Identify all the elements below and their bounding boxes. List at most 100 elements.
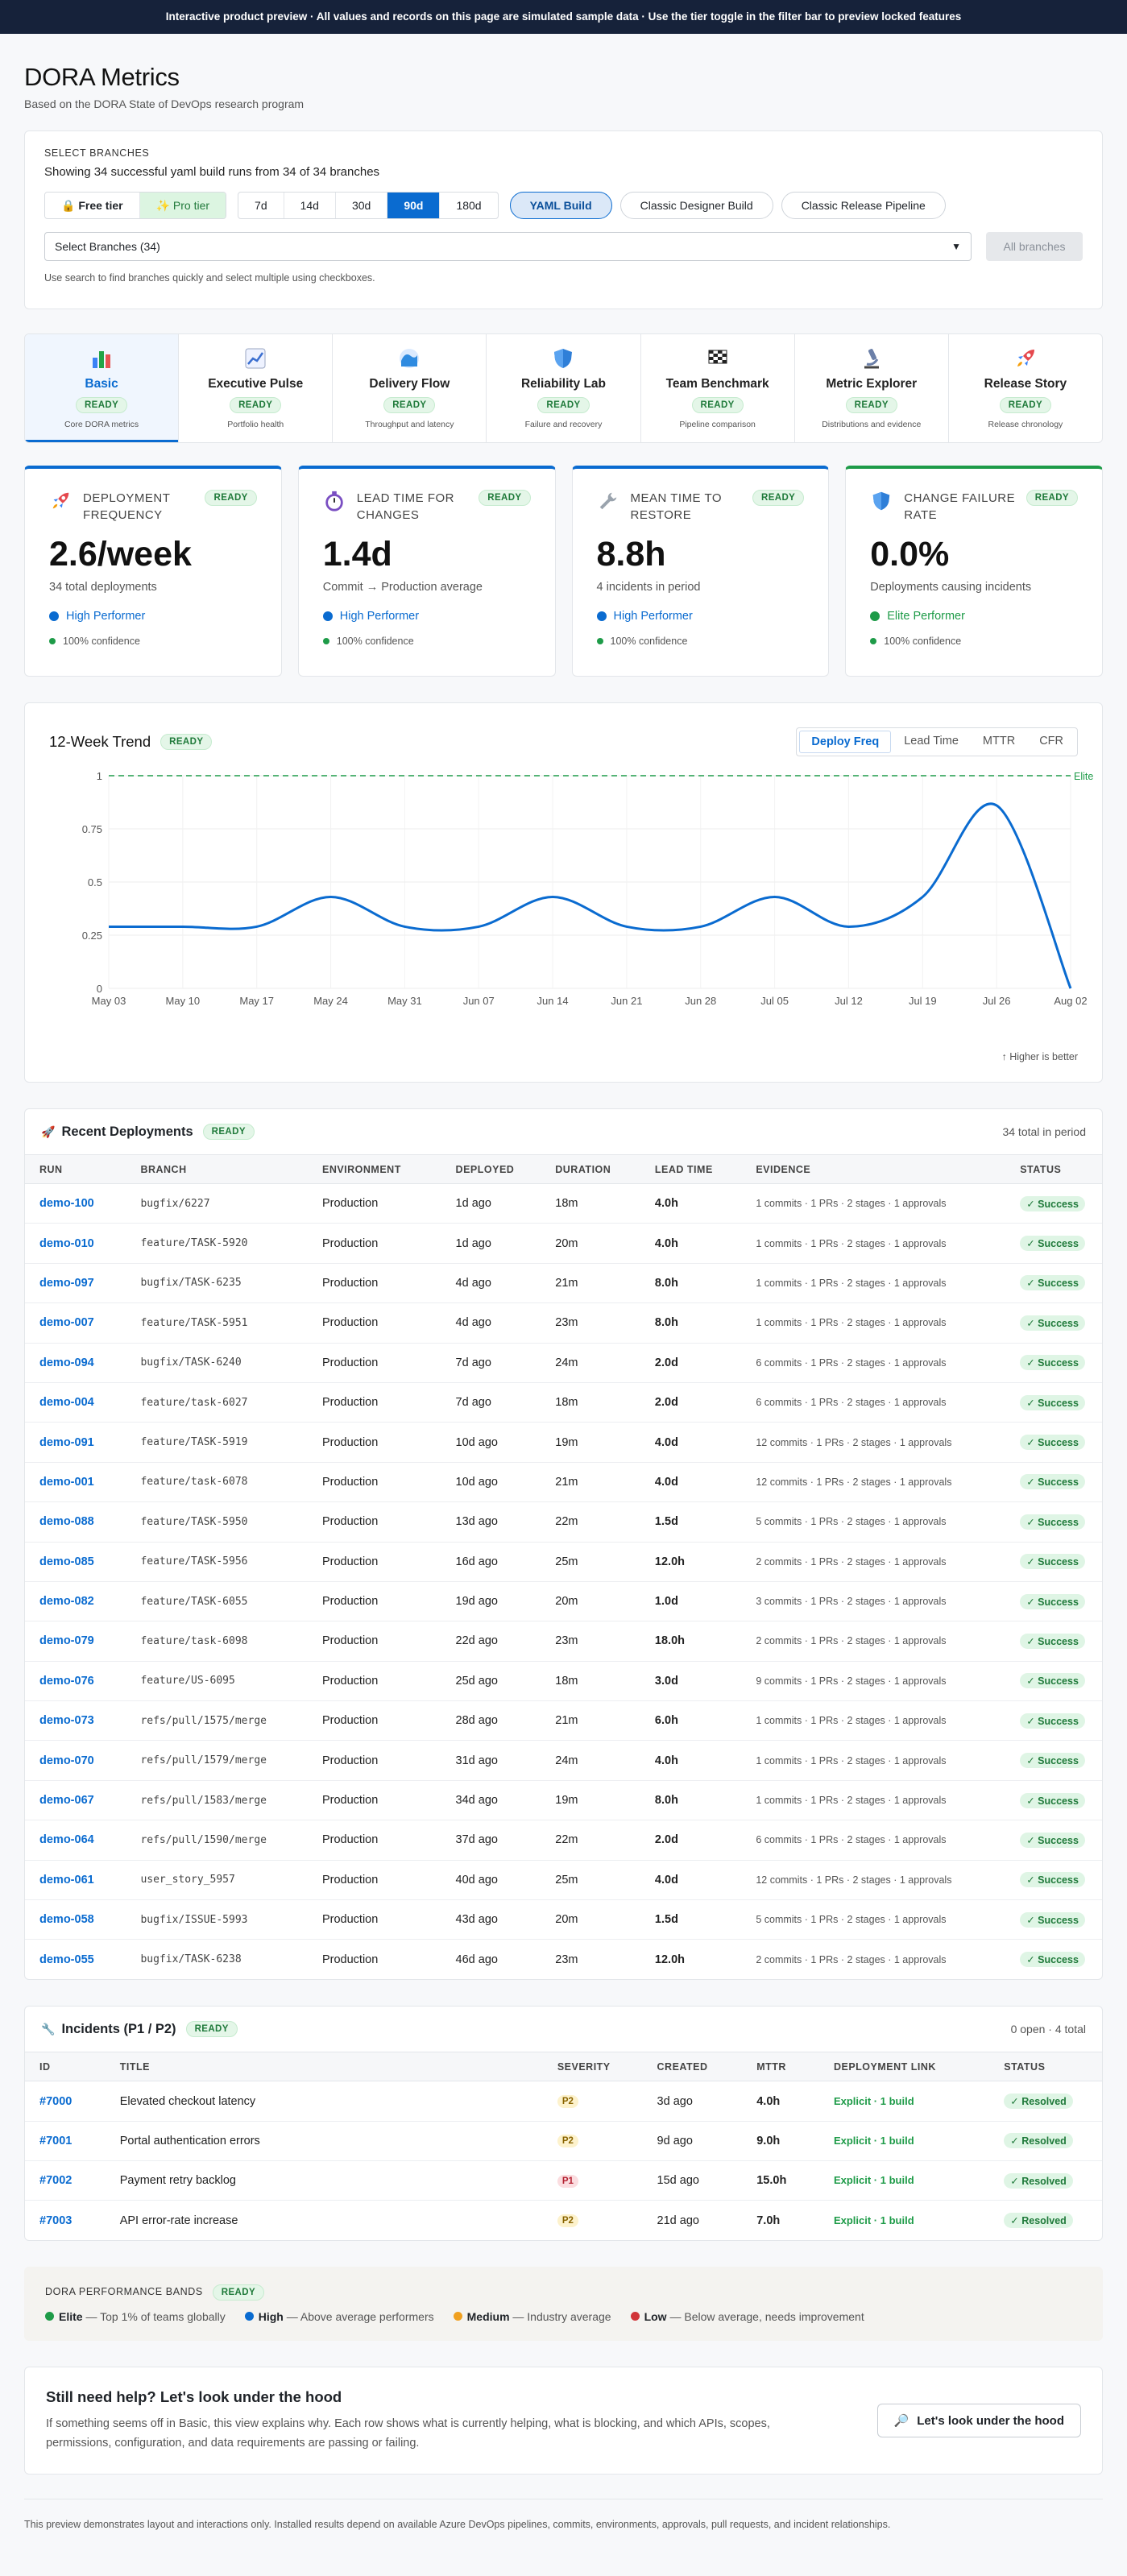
deployment-link[interactable]: Explicit · 1 build (834, 2095, 914, 2107)
deployment-link[interactable]: Explicit · 1 build (834, 2135, 914, 2147)
table-row[interactable]: demo-079 feature/task-6098 Production 22d a… (25, 1621, 1102, 1662)
pro-tier-button[interactable]: ✨ Pro tier (139, 193, 226, 218)
run-link[interactable]: demo-007 (39, 1316, 94, 1329)
run-link[interactable]: demo-058 (39, 1913, 94, 1926)
table-row[interactable]: #7000 Elevated checkout latency P2 3d ago 4.… (25, 2081, 1102, 2122)
run-link[interactable]: demo-088 (39, 1515, 94, 1528)
status-badge: ✓ Success (1020, 1236, 1085, 1252)
run-link[interactable]: demo-091 (39, 1436, 94, 1449)
table-row[interactable]: demo-067 refs/pull/1583/merge Production 34… (25, 1780, 1102, 1821)
table-row[interactable]: demo-100 bugfix/6227 Production 1d ago 18m 4.… (25, 1183, 1102, 1224)
run-link[interactable]: demo-064 (39, 1833, 94, 1846)
kpi-subtitle: 4 incidents in period (596, 581, 701, 594)
tier-toggle: 🔒 Free tier ✨ Pro tier (44, 192, 227, 219)
x-tick-label: May 17 (239, 995, 274, 1007)
run-link[interactable]: demo-100 (39, 1197, 94, 1210)
duration-cell: 20m (541, 1581, 640, 1622)
table-row[interactable]: #7003 API error-rate increase P2 21d ago 7.0… (25, 2201, 1102, 2240)
table-row[interactable]: demo-070 refs/pull/1579/merge Production 31… (25, 1740, 1102, 1781)
run-cell: demo-082 (25, 1581, 126, 1622)
table-row[interactable]: demo-082 feature/TASK-6055 Production 19d a… (25, 1581, 1102, 1622)
incident-id-cell: #7000 (25, 2081, 106, 2122)
band-high: High — Above average performers (244, 2310, 434, 2323)
tab-delivery-flow[interactable]: Delivery Flow READY Throughput and latency (333, 334, 487, 442)
table-row[interactable]: demo-094 bugfix/TASK-6240 Production 7d ago… (25, 1343, 1102, 1383)
tab-executive-pulse[interactable]: Executive Pulse READY Portfolio health (179, 334, 334, 442)
tab-reliability-lab[interactable]: Reliability Lab READY Failure and recovery (487, 334, 641, 442)
tab-basic[interactable]: Basic READY Core DORA metrics (25, 334, 180, 442)
table-row[interactable]: demo-058 bugfix/ISSUE-5993 Production 43d a… (25, 1899, 1102, 1940)
tab-team-benchmark[interactable]: Team Benchmark READY Pipeline comparison (641, 334, 795, 442)
metric-tab-deploy-freq[interactable]: Deploy Freq (799, 731, 892, 753)
run-cell: demo-088 (25, 1501, 126, 1543)
look-under-hood-button[interactable]: 🔎 Let's look under the hood (876, 2404, 1081, 2438)
run-link[interactable]: demo-004 (39, 1396, 94, 1409)
table-row[interactable]: demo-091 feature/TASK-5919 Production 10d a… (25, 1422, 1102, 1463)
table-row[interactable]: demo-001 feature/task-6078 Production 10d a… (25, 1462, 1102, 1503)
x-tick-label: Jul 26 (983, 995, 1011, 1007)
table-row[interactable]: #7002 Payment retry backlog P1 15d ago 15.0h… (25, 2160, 1102, 2201)
incident-link[interactable]: #7002 (39, 2174, 72, 2187)
incidents-card: 🔧 Incidents (P1 / P2) READY 0 open · 4 t… (24, 2006, 1103, 2242)
tab-metric-explorer[interactable]: Metric Explorer READY Distributions and ev… (795, 334, 949, 442)
run-link[interactable]: demo-070 (39, 1754, 94, 1767)
run-link[interactable]: demo-061 (39, 1874, 94, 1886)
table-row[interactable]: demo-076 feature/US-6095 Production 25d ago… (25, 1661, 1102, 1702)
table-row[interactable]: demo-088 feature/TASK-5950 Production 13d a… (25, 1501, 1102, 1543)
period-14d-button[interactable]: 14d (284, 193, 336, 218)
deployment-link[interactable]: Explicit · 1 build (834, 2174, 914, 2186)
period-7d-button[interactable]: 7d (238, 193, 284, 218)
table-row[interactable]: demo-073 refs/pull/1575/merge Production 28… (25, 1700, 1102, 1741)
evidence-cell: 1 commits · 1 PRs · 2 stages · 1 approva… (741, 1780, 1006, 1821)
deployment-link[interactable]: Explicit · 1 build (834, 2214, 914, 2226)
run-link[interactable]: demo-055 (39, 1953, 94, 1966)
run-link[interactable]: demo-085 (39, 1555, 94, 1568)
column-header: CREATED (642, 2052, 743, 2082)
deployed-cell: 46d ago (455, 1953, 498, 1966)
run-link[interactable]: demo-076 (39, 1675, 94, 1688)
incident-link[interactable]: #7003 (39, 2214, 72, 2227)
run-link[interactable]: demo-001 (39, 1476, 94, 1489)
run-link[interactable]: demo-097 (39, 1277, 94, 1290)
metric-tab-cfr[interactable]: CFR (1028, 731, 1075, 753)
source-yaml-build-button[interactable]: YAML Build (509, 192, 612, 219)
run-link[interactable]: demo-082 (39, 1595, 94, 1608)
deployments-count: 34 total in period (1002, 1125, 1086, 1138)
metric-tab-lead-time[interactable]: Lead Time (893, 731, 970, 753)
period-30d-button[interactable]: 30d (336, 193, 388, 218)
branch-select[interactable]: Select Branches (34) ▼ (44, 232, 972, 261)
source-classic-release-pipeline-button[interactable]: Classic Release Pipeline (781, 192, 946, 219)
table-row[interactable]: #7001 Portal authentication errors P2 9d ag… (25, 2121, 1102, 2162)
created-cell: 15d ago (642, 2160, 743, 2201)
duration-cell: 21m (541, 1700, 640, 1741)
tab-subtitle: Distributions and evidence (822, 420, 922, 429)
evidence-cell: 6 commits · 1 PRs · 2 stages · 1 approva… (741, 1382, 1006, 1423)
table-row[interactable]: demo-085 feature/TASK-5956 Production 16d a… (25, 1542, 1102, 1582)
run-link[interactable]: demo-010 (39, 1237, 94, 1250)
tab-release-story[interactable]: Release Story READY Release chronology (949, 334, 1102, 442)
run-link[interactable]: demo-094 (39, 1356, 94, 1369)
branch-cell: bugfix/6227 (126, 1183, 308, 1224)
table-row[interactable]: demo-064 refs/pull/1590/merge Production 37… (25, 1820, 1102, 1861)
run-link[interactable]: demo-073 (39, 1714, 94, 1727)
table-row[interactable]: demo-061 user_story_5957 Production 40d ago… (25, 1860, 1102, 1901)
run-link[interactable]: demo-067 (39, 1794, 94, 1807)
run-link[interactable]: demo-079 (39, 1634, 94, 1647)
metric-tab-mttr[interactable]: MTTR (972, 731, 1026, 753)
table-row[interactable]: demo-055 bugfix/TASK-6238 Production 46d ag… (25, 1940, 1102, 1979)
all-branches-button[interactable]: All branches (986, 232, 1083, 261)
table-row[interactable]: demo-010 feature/TASK-5920 Production 1d ag… (25, 1223, 1102, 1264)
incident-link[interactable]: #7000 (39, 2095, 72, 2108)
source-classic-designer-build-button[interactable]: Classic Designer Build (619, 192, 773, 219)
table-row[interactable]: demo-004 feature/task-6027 Production 7d ag… (25, 1382, 1102, 1423)
table-row[interactable]: demo-097 bugfix/TASK-6235 Production 4d ago… (25, 1263, 1102, 1304)
caret-down-icon: ▼ (951, 241, 962, 252)
incident-link[interactable]: #7001 (39, 2135, 72, 2147)
confidence-indicator: 100% confidence (596, 636, 805, 647)
lead-time-cell: 8.0h (640, 1302, 742, 1344)
free-tier-button[interactable]: 🔒 Free tier (45, 193, 140, 218)
table-row[interactable]: demo-007 feature/TASK-5951 Production 4d ag… (25, 1302, 1102, 1344)
period-90d-button[interactable]: 90d (387, 193, 441, 218)
environment-cell: Production (307, 1621, 441, 1662)
period-180d-button[interactable]: 180d (440, 193, 497, 218)
